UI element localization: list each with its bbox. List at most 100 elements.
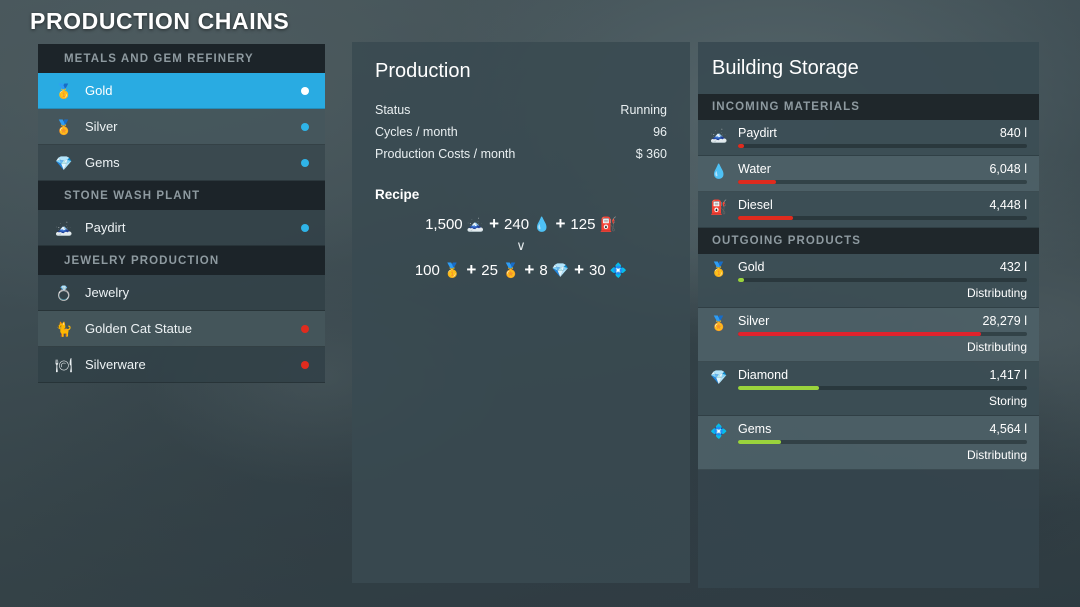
storage-item-name: Diesel [738,198,773,212]
capacity-bar-fill [738,440,782,444]
storage-row-gold[interactable]: 🥇 Gold 432 l Distributing [698,254,1039,308]
outgoing-products-list: 🥇 Gold 432 l Distributing 🏅 Silver 28,279 l Dis… [698,254,1039,470]
recipe-gold: 100 🥇 [415,262,461,279]
status-indicator-dot [301,360,309,369]
recipe-arrow-icon: ∨ [516,238,526,253]
recipe-paydirt: 1,500 🗻 [425,216,484,233]
recipe-inputs: 1,500 🗻 +240 💧 +125 ⛽ [375,214,667,234]
production-chains-sidebar: METALS AND GEM REFINERY 🥇 Gold 🏅 Silver 💎 Gems… [38,44,325,383]
recipe-amount: 100 [414,261,440,279]
paydirt-icon: 🗻 [466,216,485,232]
storage-row-gems[interactable]: 💠 Gems 4,564 l Distributing [698,416,1039,470]
status-indicator-dot [301,158,309,167]
storage-item-state: Storing [988,394,1027,408]
sidebar-category-header: METALS AND GEM REFINERY [38,44,325,73]
storage-item-amount: 6,048 l [989,162,1027,176]
storage-row-paydirt[interactable]: 🗻 Paydirt 840 l [698,120,1039,156]
gems-icon: 💠 [710,423,728,439]
capacity-bar-track [738,216,1027,220]
silver-icon: 🏅 [710,315,728,331]
storage-item-state: Distributing [966,286,1027,300]
sidebar-item-gems[interactable]: 💎 Gems [38,145,325,181]
storage-item-amount: 840 l [999,126,1027,140]
storage-row-header: Diamond 1,417 l [738,368,1027,382]
paydirt-icon: 🗻 [710,127,728,143]
recipe-amount: 240 [504,215,530,233]
sidebar-item-label: Golden Cat Statue [85,321,192,336]
silverware-icon: 🍽 [55,356,73,373]
storage-row-header: Paydirt 840 l [738,126,1027,140]
diamond-icon: 💎 [551,262,570,278]
recipe-diamond: 8 💎 [539,262,569,279]
sidebar-item-label: Gold [85,83,113,98]
status-indicator-dot [301,289,309,297]
sidebar-item-silverware[interactable]: 🍽 Silverware [38,347,325,383]
incoming-materials-list: 🗻 Paydirt 840 l 💧 Water 6,048 l ⛽ Diesel 4,448 l [698,120,1039,228]
diamond-icon: 💎 [710,369,728,385]
sidebar-item-jewelry[interactable]: 💍 Jewelry [38,275,325,311]
storage-row-header: Gold 432 l [738,260,1027,274]
sidebar-category-header: JEWELRY PRODUCTION [38,246,325,275]
recipe-plus-sign: + [555,214,566,233]
silver-bars-icon: 🏅 [55,118,73,135]
diesel-icon: ⛽ [599,216,617,232]
storage-row-header: Silver 28,279 l [738,314,1027,328]
recipe-amount: 25 [481,261,498,279]
storage-row-silver[interactable]: 🏅 Silver 28,279 l Distributing [698,308,1039,362]
sidebar-item-paydirt[interactable]: 🗻 Paydirt [38,210,325,246]
storage-row-diesel[interactable]: ⛽ Diesel 4,448 l [698,192,1039,228]
status-indicator-dot [301,223,309,232]
gold-icon: 🥇 [443,262,462,278]
production-stat-value: $ 360 [635,147,667,161]
gems-icon: 💎 [55,154,73,171]
capacity-bar-fill [738,144,744,148]
sidebar-item-gold[interactable]: 🥇 Gold [38,73,325,109]
gold-icon: 🥇 [710,261,728,277]
recipe-plus-sign: + [574,260,585,279]
storage-item-name: Water [738,162,771,176]
production-stat-label: Status [375,103,411,117]
storage-item-name: Silver [738,314,770,328]
recipe-amount: 1,500 [425,215,463,233]
production-stat-value: 96 [653,125,667,139]
storage-item-amount: 1,417 l [989,368,1027,382]
sidebar-item-label: Silverware [85,357,146,372]
recipe-silver: 25 🏅 [481,262,519,279]
sidebar-category-header: STONE WASH PLANT [38,181,325,210]
recipe-amount: 125 [570,215,596,233]
sidebar-item-label: Gems [85,155,120,170]
capacity-bar-track [738,440,1027,444]
recipe-gems: 30 💠 [589,262,627,279]
storage-item-name: Gems [738,422,772,436]
water-icon: 💧 [710,163,728,179]
capacity-bar-track [738,144,1027,148]
production-panel-title: Production [375,60,471,82]
production-stat-row: Status Running [375,103,667,117]
storage-panel-title: Building Storage [698,42,1039,94]
page-title: PRODUCTION CHAINS [30,8,290,34]
sidebar-item-golden-cat-statue[interactable]: 🐈 Golden Cat Statue [38,311,325,347]
ring-icon: 💍 [55,284,73,301]
storage-item-amount: 4,448 l [989,198,1027,212]
recipe-amount: 30 [589,261,606,279]
building-storage-panel: Building Storage INCOMING MATERIALS 🗻 Pay… [698,42,1039,588]
sidebar-item-label: Silver [85,119,118,134]
storage-row-water[interactable]: 💧 Water 6,048 l [698,156,1039,192]
production-panel: Production Status Running Cycles / month 96… [352,42,690,583]
gems-icon: 💠 [609,262,628,278]
capacity-bar-fill [738,278,744,282]
sidebar-item-silver[interactable]: 🏅 Silver [38,109,325,145]
storage-item-amount: 4,564 l [989,422,1027,436]
capacity-bar-fill [738,386,819,390]
status-indicator-dot [301,324,309,333]
storage-row-diamond[interactable]: 💎 Diamond 1,417 l Storing [698,362,1039,416]
production-stat-label: Cycles / month [375,125,458,139]
incoming-materials-header: INCOMING MATERIALS [698,94,1039,120]
sidebar-item-label: Paydirt [85,220,126,235]
capacity-bar-track [738,332,1027,336]
capacity-bar-fill [738,332,981,336]
diesel-icon: ⛽ [710,199,728,215]
capacity-bar-fill [738,216,793,220]
recipe-plus-sign: + [524,260,535,279]
recipe-amount: 8 [539,261,548,279]
